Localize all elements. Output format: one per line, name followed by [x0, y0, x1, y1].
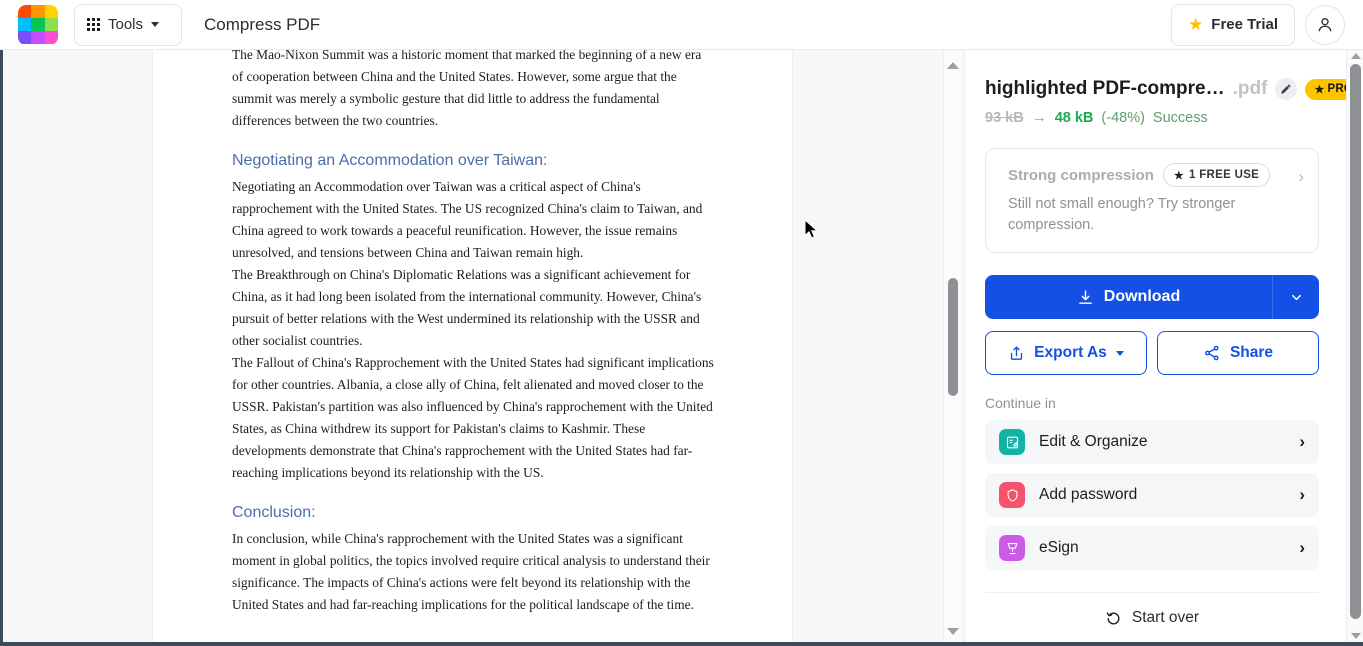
doc-spacer — [232, 616, 714, 638]
page-title: Compress PDF — [204, 14, 321, 34]
star-icon: ★ — [1314, 83, 1325, 96]
header-actions: ★ Free Trial — [1171, 3, 1345, 46]
share-upload-icon — [1011, 345, 1023, 360]
continue-in-label: Continue in — [985, 395, 1056, 411]
shield-lock-icon — [999, 482, 1025, 508]
promo-subtitle: Still not small enough? Try stronger com… — [1008, 196, 1236, 233]
viewer-scrollbar[interactable] — [943, 50, 961, 646]
free-trial-label: Free Trial — [1211, 16, 1278, 33]
page-scrollbar[interactable] — [1346, 50, 1363, 646]
promo-title-row: Strong compression ★ 1 FREE USE — [1008, 163, 1302, 187]
doc-paragraph-conclusion: In conclusion, while China's rapprocheme… — [232, 531, 710, 612]
file-header-row: highlighted PDF-compre… .pdf ★ PRO — [985, 78, 1363, 100]
strong-compression-card[interactable]: Strong compression ★ 1 FREE USE Still not… — [985, 148, 1319, 253]
secondary-actions-row: Export As Share — [985, 331, 1319, 375]
page-scroll-thumb[interactable] — [1350, 64, 1361, 619]
doc-heading-taiwan: Negotiating an Accommodation over Taiwan… — [232, 152, 548, 169]
edit-organize-icon — [999, 429, 1025, 455]
download-icon — [1078, 289, 1092, 304]
status-label: Success — [1152, 109, 1208, 126]
pdf-page: The Mao-Nixon Summit was a historic mome… — [153, 50, 792, 646]
download-button-group: Download — [985, 275, 1319, 319]
rename-file-button[interactable] — [1275, 78, 1298, 100]
doc-heading-conclusion: Conclusion: — [232, 504, 316, 521]
doc-paragraph-intro: The Mao-Nixon Summit was a historic mome… — [232, 50, 702, 128]
chevron-right-icon: › — [1299, 538, 1305, 557]
tools-button[interactable]: Tools — [74, 3, 182, 46]
star-icon: ★ — [1188, 15, 1204, 34]
arrow-right-icon: → — [1031, 109, 1047, 126]
window-left-edge — [0, 50, 3, 646]
download-button-label: Download — [1103, 288, 1181, 305]
start-over-label: Start over — [1131, 609, 1200, 626]
export-as-label: Export As — [1034, 344, 1107, 361]
esign-stamp-icon — [999, 535, 1025, 561]
pencil-icon — [1281, 84, 1291, 94]
download-button[interactable]: Download — [985, 275, 1272, 319]
share-button[interactable]: Share — [1157, 331, 1319, 375]
grid-icon — [87, 18, 100, 31]
scroll-down-arrow[interactable] — [947, 625, 959, 637]
user-avatar-icon — [1318, 17, 1332, 31]
star-icon: ★ — [1173, 169, 1185, 182]
file-extension: .pdf — [1232, 78, 1268, 99]
export-as-button[interactable]: Export As — [985, 331, 1147, 375]
continue-item-label: eSign — [1039, 539, 1079, 556]
continue-item-add-password[interactable]: Add password › — [985, 473, 1319, 517]
scroll-up-arrow[interactable] — [947, 59, 959, 71]
share-nodes-icon — [1205, 345, 1219, 361]
result-panel: highlighted PDF-compre… .pdf ★ PRO 93 kB … — [964, 50, 1363, 646]
size-percent: (-48%) — [1101, 109, 1145, 126]
share-label: Share — [1229, 344, 1274, 361]
chevron-down-icon — [1115, 350, 1124, 356]
doc-paragraph-breakthrough: The Breakthrough on China's Diplomatic R… — [232, 267, 702, 348]
panel-divider — [985, 592, 1319, 593]
download-options-button[interactable] — [1272, 275, 1319, 319]
app-header: Tools Compress PDF ★ Free Trial — [0, 0, 1363, 50]
chevron-down-icon — [1291, 294, 1301, 300]
continue-item-label: Edit & Organize — [1039, 433, 1148, 450]
doc-paragraph-taiwan: Negotiating an Accommodation over Taiwan… — [232, 179, 703, 260]
start-over-button[interactable]: Start over — [985, 609, 1319, 627]
rotate-ccw-icon — [1106, 611, 1120, 624]
chevron-right-icon: › — [1299, 485, 1305, 504]
window-bottom-edge — [0, 642, 1363, 646]
free-trial-button[interactable]: ★ Free Trial — [1171, 3, 1295, 46]
size-after: 48 kB — [1054, 109, 1094, 126]
scroll-thumb[interactable] — [948, 278, 958, 396]
smallpdf-logo[interactable] — [18, 4, 58, 45]
file-name: highlighted PDF-compre… — [985, 78, 1225, 99]
continue-item-edit-organize[interactable]: Edit & Organize › — [985, 420, 1319, 464]
page-scroll-up-arrow[interactable] — [1350, 53, 1362, 63]
pdf-viewer[interactable]: The Mao-Nixon Summit was a historic mome… — [0, 50, 964, 646]
app-root: Tools Compress PDF ★ Free Trial The Mao-… — [0, 0, 1363, 646]
size-before: 93 kB — [985, 109, 1024, 126]
tools-button-label: Tools — [108, 16, 144, 33]
free-use-label: 1 FREE USE — [1189, 169, 1260, 181]
pdf-text-content: The Mao-Nixon Summit was a historic mome… — [232, 50, 714, 646]
chevron-right-icon: › — [1299, 432, 1305, 451]
account-button[interactable] — [1305, 4, 1345, 45]
continue-item-label: Add password — [1039, 486, 1138, 503]
doc-paragraph-fallout: The Fallout of China's Rapprochement wit… — [232, 355, 714, 480]
continue-item-esign[interactable]: eSign › — [985, 526, 1319, 570]
free-use-badge: ★ 1 FREE USE — [1162, 163, 1271, 187]
promo-title: Strong compression — [1008, 166, 1154, 184]
file-size-row: 93 kB → 48 kB (-48%) Success — [985, 109, 1319, 126]
chevron-right-icon: › — [1298, 167, 1304, 186]
chevron-down-icon — [151, 22, 160, 27]
